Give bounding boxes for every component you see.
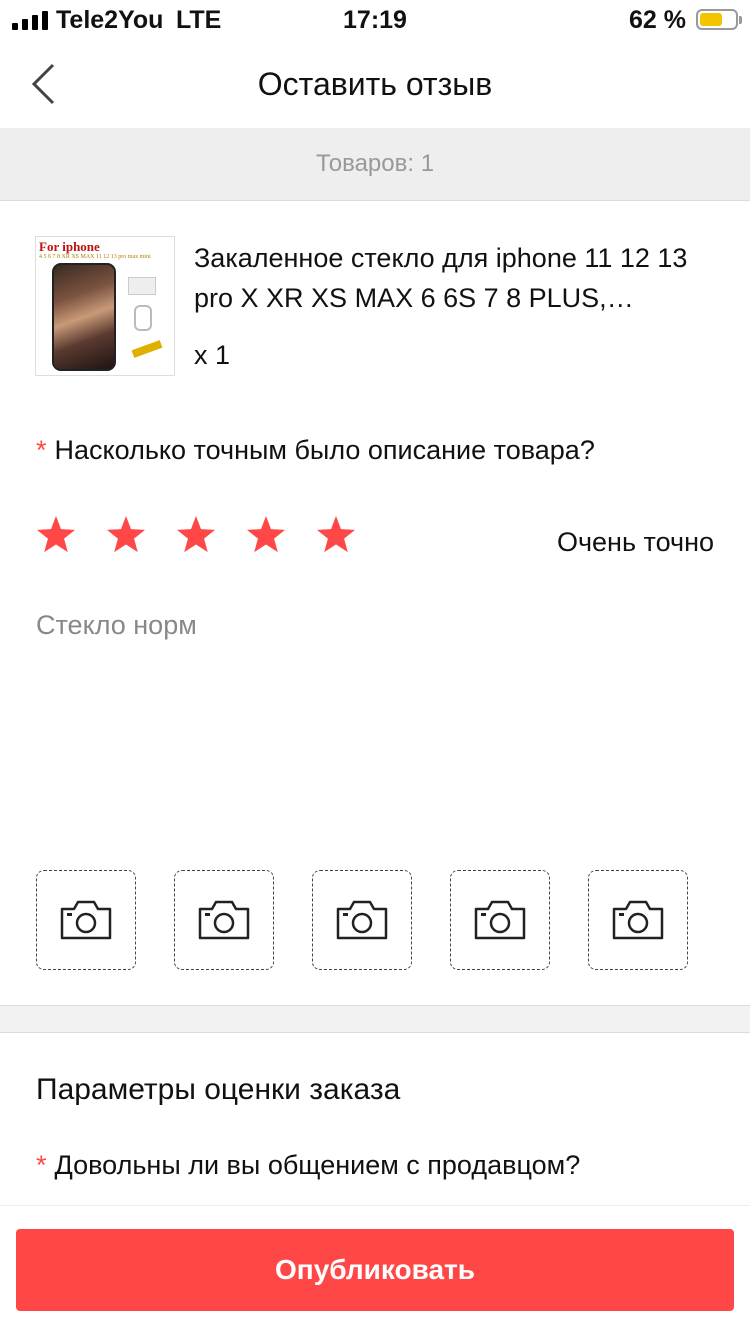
section-divider xyxy=(0,1005,750,1033)
camera-icon xyxy=(474,900,526,940)
required-mark: * xyxy=(36,435,47,465)
add-photo-button[interactable] xyxy=(450,870,550,970)
description-question-text: Насколько точным было описание товара? xyxy=(54,435,595,465)
star-rating xyxy=(36,515,356,555)
review-text-input[interactable]: Стекло норм xyxy=(36,610,197,641)
add-photo-button[interactable] xyxy=(588,870,688,970)
rating-label: Очень точно xyxy=(556,527,714,557)
camera-icon xyxy=(612,900,664,940)
accessory-image xyxy=(134,305,152,331)
product-name[interactable]: Закаленное стекло для iphone 11 12 13 pr… xyxy=(194,238,724,318)
thumbnail-subtitle: 4 5 6 7 8 XR XS MAX 11 12 13 pro max min… xyxy=(39,254,151,260)
camera-icon xyxy=(198,900,250,940)
add-photo-button[interactable] xyxy=(36,870,136,970)
accessory-image xyxy=(128,277,156,295)
description-question: * Насколько точным было описание товара? xyxy=(36,435,595,466)
star-icon[interactable] xyxy=(106,515,146,555)
publish-button[interactable]: Опубликовать xyxy=(16,1229,734,1311)
camera-icon xyxy=(60,900,112,940)
battery-icon xyxy=(696,9,742,30)
status-bar: Tele2You LTE 17:19 62 % xyxy=(0,0,750,40)
star-icon[interactable] xyxy=(246,515,286,555)
seller-communication-question: * Довольны ли вы общением с продавцом? xyxy=(36,1150,580,1181)
phone-image xyxy=(52,263,116,371)
footer: Опубликовать xyxy=(0,1205,750,1335)
star-icon[interactable] xyxy=(36,515,76,555)
battery-percent: 62 % xyxy=(629,6,686,34)
star-icon[interactable] xyxy=(176,515,216,555)
add-photo-button[interactable] xyxy=(174,870,274,970)
accessory-image xyxy=(131,340,163,358)
photo-upload-row xyxy=(36,870,688,970)
add-photo-button[interactable] xyxy=(312,870,412,970)
camera-icon xyxy=(336,900,388,940)
thumbnail-title: For iphone xyxy=(39,239,100,254)
page-title: Оставить отзыв xyxy=(257,66,493,102)
order-rating-title: Параметры оценки заказа xyxy=(36,1073,401,1106)
nav-header: Оставить отзыв xyxy=(0,40,750,128)
required-mark: * xyxy=(36,1150,47,1180)
star-icon[interactable] xyxy=(316,515,356,555)
seller-question-text: Довольны ли вы общением с продавцом? xyxy=(54,1150,581,1180)
goods-count: Товаров: 1 xyxy=(0,128,750,201)
product-quantity: x 1 xyxy=(194,340,231,370)
product-thumbnail[interactable]: For iphone 4 5 6 7 8 XR XS MAX 11 12 13 … xyxy=(35,236,175,376)
